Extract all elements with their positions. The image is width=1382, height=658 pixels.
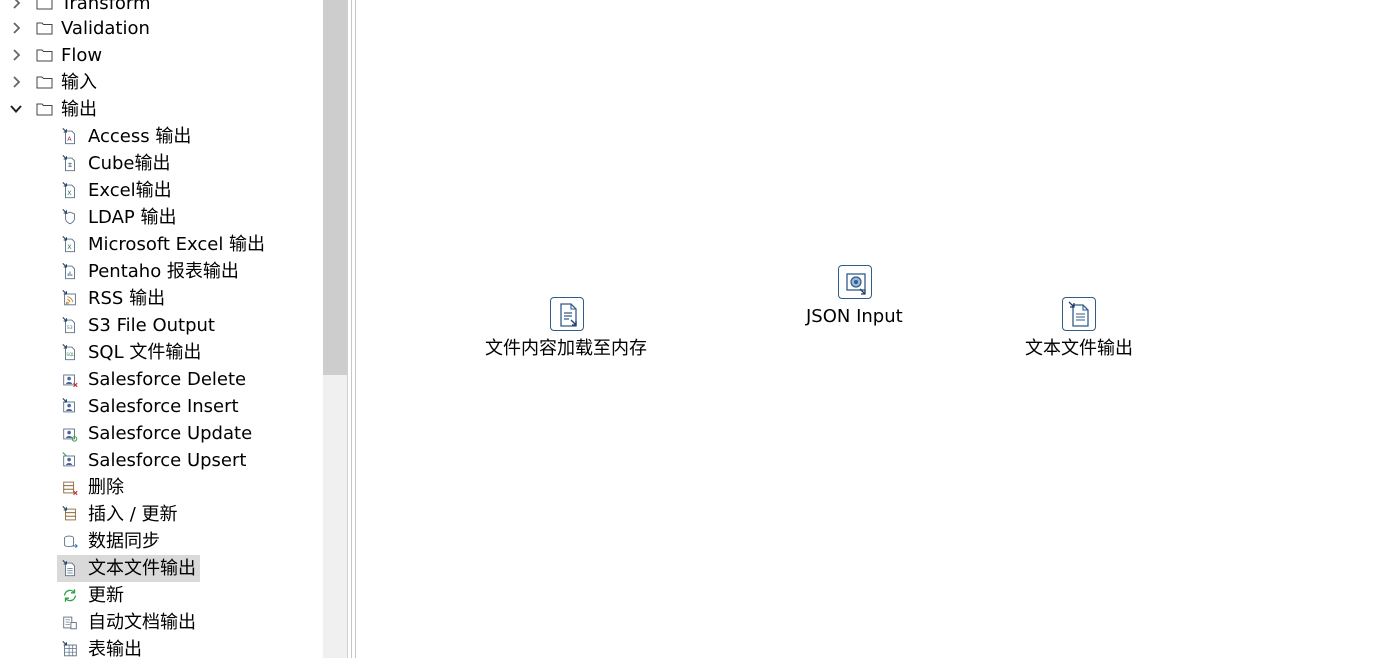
tree-item-label: 插入 / 更新 (88, 504, 178, 525)
tree-item-microsoft-excel-output[interactable]: X Microsoft Excel 输出 (0, 231, 323, 258)
svg-text:A: A (67, 136, 72, 143)
tree-item-pentaho-report-output[interactable]: Pentaho 报表输出 (0, 258, 323, 285)
tree-item-ldap-output[interactable]: LDAP 输出 (0, 204, 323, 231)
text-file-output-step-icon[interactable] (1062, 297, 1096, 331)
tree-item-label: Salesforce Delete (88, 369, 247, 390)
folder-icon (36, 76, 53, 89)
tree-category-output[interactable]: 输出 (0, 96, 323, 123)
access-output-icon: A (62, 128, 75, 145)
tree-category-validation[interactable]: Validation (0, 15, 323, 42)
salesforce-update-icon (63, 428, 78, 442)
ldap-output-icon (62, 209, 75, 225)
tree-item-insert-update[interactable]: 插入 / 更新 (0, 501, 323, 528)
s3-file-output-icon: S3 (62, 317, 75, 334)
tree-item-label: 删除 (88, 477, 124, 498)
tree-item-label: Microsoft Excel 输出 (88, 234, 266, 255)
tree-item-salesforce-delete[interactable]: Salesforce Delete (0, 366, 323, 393)
data-sync-icon (64, 535, 78, 549)
tree-category-flow[interactable]: Flow (0, 42, 323, 69)
tree-category-label: Flow (61, 45, 103, 66)
tree-item-label: Salesforce Insert (88, 396, 239, 417)
scrollbar-thumb[interactable] (323, 0, 347, 375)
tree-item-label: Salesforce Update (88, 423, 253, 444)
tree-item-label: RSS 输出 (88, 288, 166, 309)
tree-item-label: Salesforce Upsert (88, 450, 247, 471)
tree-item-table-output[interactable]: 表输出 (0, 636, 323, 658)
svg-text:X: X (67, 190, 72, 197)
tree-item-label: Cube输出 (88, 153, 171, 174)
chevron-down-icon[interactable] (9, 102, 23, 116)
chevron-right-icon[interactable] (9, 48, 23, 62)
tree-item-label: 表输出 (88, 639, 142, 658)
tree-category-label: 输入 (61, 72, 97, 93)
tree-item-auto-doc-output[interactable]: 自动文档输出 (0, 609, 323, 636)
sql-file-output-icon: SQL (62, 344, 75, 361)
chevron-right-icon[interactable] (9, 21, 23, 35)
text-file-output-icon (62, 560, 75, 577)
design-tree: Transform Validation Flow 输入 输出 A Access … (0, 0, 323, 658)
chevron-right-icon[interactable] (9, 0, 23, 10)
panel-divider[interactable] (347, 0, 358, 658)
load-file-content-icon[interactable] (550, 297, 584, 331)
excel-output-icon: X (62, 182, 75, 199)
tree-item-label: Access 输出 (88, 126, 192, 147)
tree-item-label: Pentaho 报表输出 (88, 261, 239, 282)
tree-item-sql-file-output[interactable]: SQL SQL 文件输出 (0, 339, 323, 366)
tree-item-label: SQL 文件输出 (88, 342, 202, 363)
pentaho-report-output-icon (62, 263, 75, 280)
tree-item-label: 文本文件输出 (88, 558, 196, 579)
tree-item-rss-output[interactable]: RSS 输出 (0, 285, 323, 312)
tree-item-salesforce-upsert[interactable]: Salesforce Upsert (0, 447, 323, 474)
folder-icon (36, 22, 53, 35)
step-label: JSON Input (806, 306, 903, 327)
tree-category-input[interactable]: 输入 (0, 69, 323, 96)
salesforce-upsert-icon (62, 452, 75, 467)
step-label: 文件内容加载至内存 (485, 338, 647, 359)
tree-item-s3-file-output[interactable]: S3 S3 File Output (0, 312, 323, 339)
tree-item-data-sync[interactable]: 数据同步 (0, 528, 323, 555)
folder-icon (36, 0, 53, 10)
folder-icon (36, 49, 53, 62)
step-label: 文本文件输出 (1025, 338, 1133, 359)
chevron-right-icon[interactable] (9, 75, 23, 89)
tree-category-label: Validation (61, 18, 150, 39)
tree-scrollbar[interactable] (323, 0, 347, 658)
cube-output-icon (62, 155, 75, 172)
tree-item-label: 数据同步 (88, 531, 160, 552)
delete-icon (63, 481, 78, 496)
microsoft-excel-output-icon: X (62, 236, 75, 253)
auto-doc-output-icon (63, 616, 77, 630)
tree-item-text-file-output[interactable]: 文本文件输出 (0, 555, 323, 582)
tree-item-salesforce-insert[interactable]: Salesforce Insert (0, 393, 323, 420)
salesforce-insert-icon (62, 398, 75, 413)
tree-item-access-output[interactable]: A Access 输出 (0, 123, 323, 150)
tree-item-label: LDAP 输出 (88, 207, 177, 228)
tree-item-excel-output[interactable]: X Excel输出 (0, 177, 323, 204)
table-output-icon (62, 641, 77, 657)
tree-item-cube-output[interactable]: Cube输出 (0, 150, 323, 177)
tree-item-label: 更新 (88, 585, 124, 606)
transformation-canvas[interactable]: 文件内容加载至内存 JSON Input 文本文件输出 (358, 0, 1382, 658)
folder-icon (36, 103, 53, 116)
tree-category-label: Transform (61, 0, 151, 14)
update-icon (63, 589, 77, 602)
salesforce-delete-icon (63, 374, 78, 388)
tree-item-label: S3 File Output (88, 315, 215, 336)
svg-text:X: X (67, 244, 72, 251)
tree-item-salesforce-update[interactable]: Salesforce Update (0, 420, 323, 447)
svg-text:SQL: SQL (66, 352, 75, 357)
tree-item-label: 自动文档输出 (88, 612, 196, 633)
app-window: Transform Validation Flow 输入 输出 A Access … (0, 0, 1382, 658)
insert-update-icon (62, 506, 76, 521)
json-input-icon[interactable] (838, 265, 872, 299)
tree-item-delete[interactable]: 删除 (0, 474, 323, 501)
rss-output-icon (62, 290, 76, 306)
tree-item-label: Excel输出 (88, 180, 172, 201)
tree-category-label: 输出 (61, 99, 97, 120)
svg-text:S3: S3 (67, 325, 73, 331)
tree-item-update[interactable]: 更新 (0, 582, 323, 609)
